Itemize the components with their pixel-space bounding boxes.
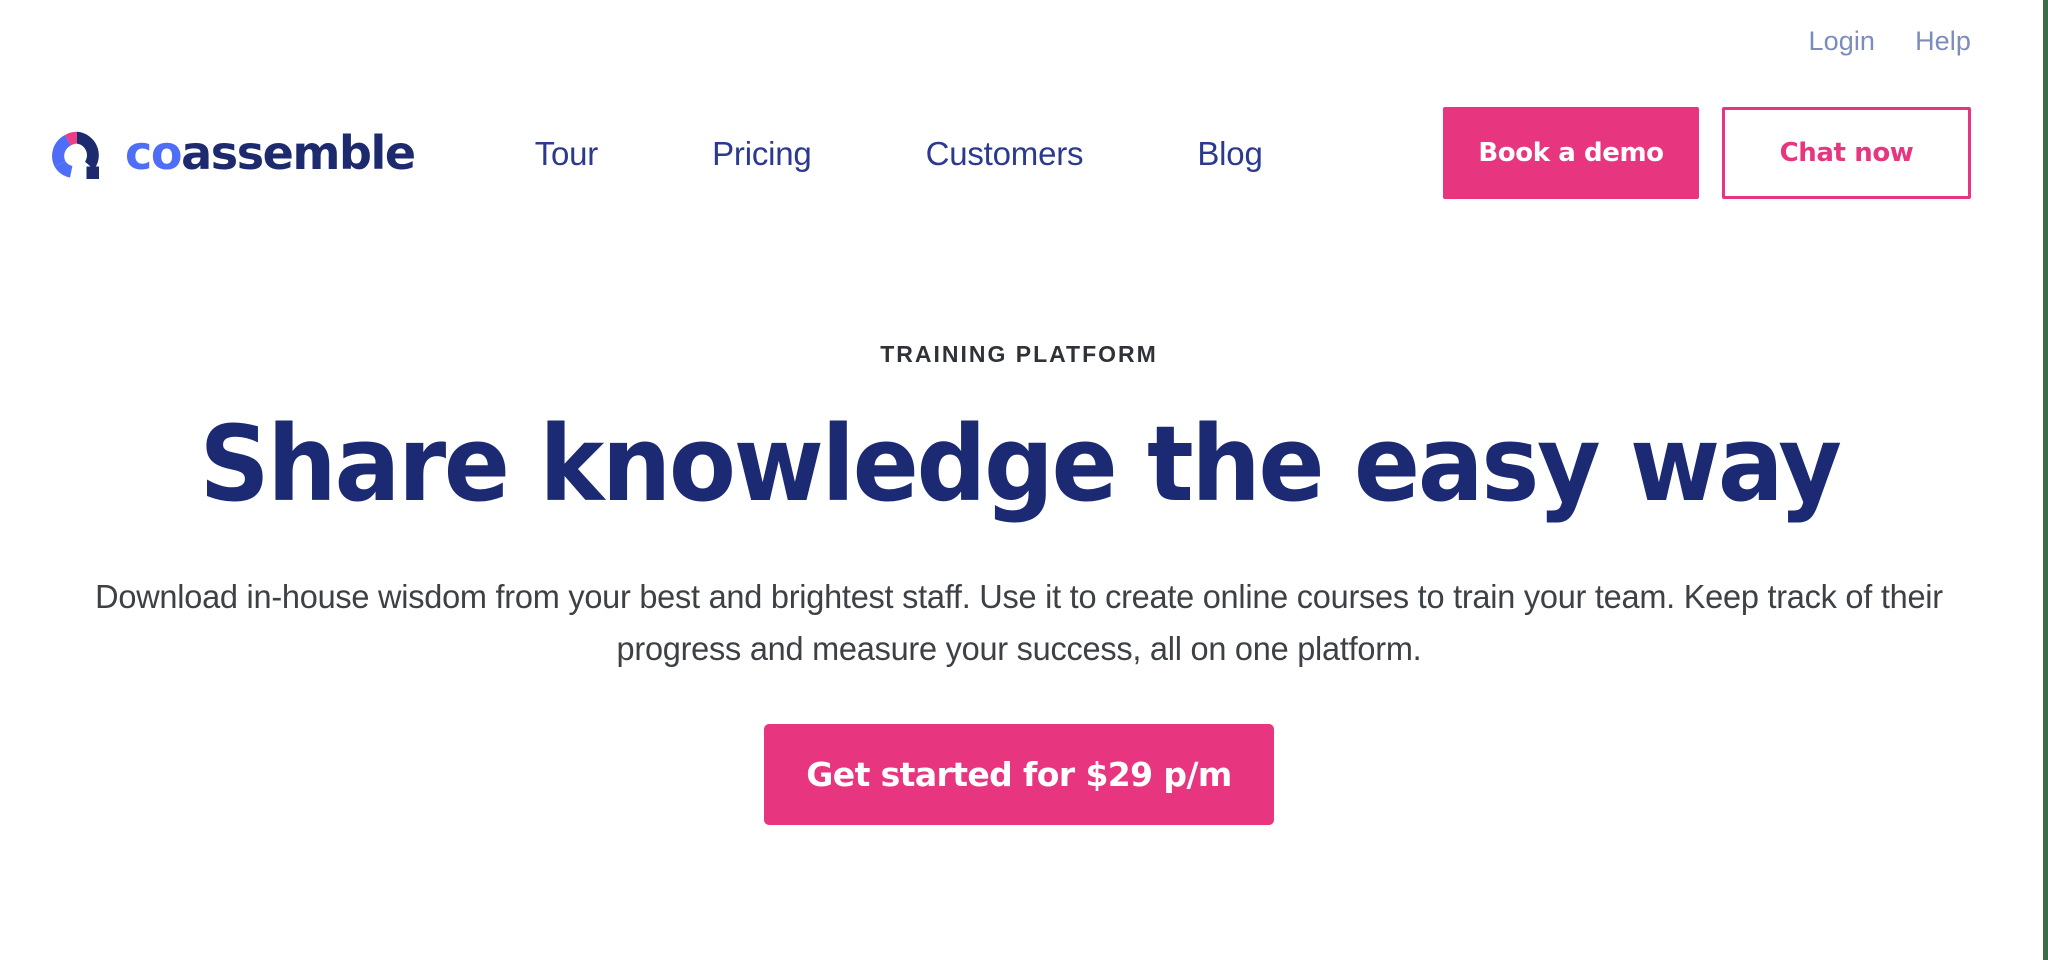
get-started-button[interactable]: Get started for $29 p/m	[764, 724, 1274, 826]
nav-link-pricing[interactable]: Pricing	[655, 137, 868, 170]
hero-section: TRAINING PLATFORM Share knowledge the ea…	[0, 224, 2038, 960]
page-root: Login Help coassemble Tour Pricing Custo…	[0, 0, 2048, 960]
hero-eyebrow-label: TRAINING PLATFORM	[880, 341, 1158, 367]
utility-link-help[interactable]: Help	[1915, 27, 1971, 55]
primary-nav: Tour Pricing Customers Blog	[491, 137, 1320, 170]
coassemble-ring-logo-icon	[46, 122, 108, 184]
hero-cta-wrapper: Get started for $29 p/m	[764, 724, 1274, 826]
utility-nav: Login Help	[1808, 0, 1971, 82]
brand-logo[interactable]: coassemble	[46, 122, 416, 184]
brand-wordmark: coassemble	[125, 130, 416, 176]
brand-wordmark-assemble: assemble	[181, 126, 416, 180]
book-a-demo-button[interactable]: Book a demo	[1443, 107, 1699, 199]
page-title: Share knowledge the easy way	[198, 403, 1842, 525]
utility-link-login[interactable]: Login	[1808, 27, 1875, 55]
nav-link-blog[interactable]: Blog	[1140, 137, 1319, 170]
hero-subtitle: Download in-house wisdom from your best …	[95, 578, 1943, 668]
brand-wordmark-co: co	[125, 126, 182, 180]
site-header: coassemble Tour Pricing Customers Blog B…	[0, 82, 2043, 224]
chat-now-button[interactable]: Chat now	[1722, 107, 1971, 199]
nav-link-tour[interactable]: Tour	[491, 137, 655, 170]
header-actions: Book a demo Chat now	[1443, 107, 1971, 199]
nav-link-customers[interactable]: Customers	[869, 137, 1141, 170]
